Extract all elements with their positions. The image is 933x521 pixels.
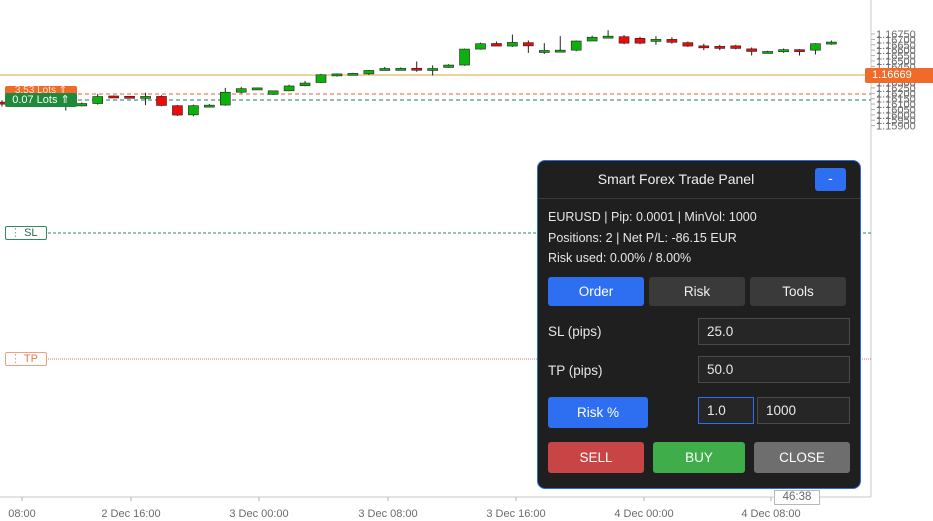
candle-body <box>778 49 789 53</box>
candle-body <box>682 42 694 47</box>
tp-pips-label: TP (pips) <box>548 363 603 378</box>
candle-body <box>331 73 343 77</box>
candle-body <box>507 42 518 47</box>
minimize-button[interactable]: - <box>815 168 846 191</box>
candle-body <box>267 90 279 95</box>
candle-body <box>602 35 614 39</box>
candle-body <box>618 36 630 44</box>
sl-pips-label: SL (pips) <box>548 324 602 339</box>
sell-button[interactable]: SELL <box>548 442 644 473</box>
candle-body <box>235 88 247 93</box>
candle-body <box>762 51 773 54</box>
sl-tag-label: SL <box>24 227 38 239</box>
sl-tag[interactable]: ⋮ SL <box>5 226 47 240</box>
current-price-value: 1.16669 <box>872 69 912 81</box>
panel-divider <box>538 198 860 199</box>
arrow-up-icon: ⇑ <box>60 94 70 106</box>
candle-body <box>220 91 231 106</box>
candle-body <box>347 73 359 76</box>
time-tick-label: 3 Dec 08:00 <box>358 508 417 520</box>
candle-body <box>570 40 582 51</box>
candle-body <box>730 45 742 49</box>
candle-body <box>634 38 646 44</box>
tab-order[interactable]: Order <box>548 277 644 306</box>
countdown-value: 46:38 <box>782 491 812 503</box>
buy-button[interactable]: BUY <box>653 442 745 473</box>
drag-handle-icon: ⋮ <box>10 227 21 239</box>
trade-panel[interactable]: Smart Forex Trade Panel - EURUSD | Pip: … <box>537 160 861 489</box>
candle-body <box>538 50 550 53</box>
candle-body <box>395 68 407 71</box>
candle-body <box>714 46 726 49</box>
candle-body <box>92 96 103 104</box>
candle-body <box>172 105 183 116</box>
candle-body <box>650 39 662 42</box>
candle-body <box>363 70 375 75</box>
candle-body <box>826 41 837 45</box>
candle-body <box>283 85 295 92</box>
candle-body <box>443 64 454 68</box>
candle-body <box>666 39 678 43</box>
tab-risk[interactable]: Risk <box>649 277 745 306</box>
tab-tools[interactable]: Tools <box>750 277 846 306</box>
time-tick-label: 4 Dec 08:00 <box>741 508 800 520</box>
candle-body <box>523 42 534 47</box>
candle-body <box>586 36 598 42</box>
candle-body <box>299 82 311 87</box>
time-tick-label: 3 Dec 16:00 <box>486 508 545 520</box>
candle-body <box>810 43 821 51</box>
candle-body <box>140 96 151 99</box>
time-tick-label: 08:00 <box>8 508 36 520</box>
candle-body <box>459 48 470 66</box>
candle-body <box>76 103 88 107</box>
candle-body <box>315 74 327 83</box>
tp-tag-label: TP <box>23 353 38 365</box>
close-button[interactable]: CLOSE <box>754 442 850 473</box>
candle-body <box>491 43 502 47</box>
candle-body <box>698 45 710 49</box>
candle-body <box>188 105 199 116</box>
price-tick-label: 1.15900 <box>876 121 916 133</box>
buy-lots-label: 0.07 Lots <box>12 94 58 106</box>
positions-info: Positions: 2 | Net P/L: -86.15 EUR <box>548 231 737 245</box>
time-tick-label: 4 Dec 00:00 <box>614 508 673 520</box>
candle-body <box>794 49 805 52</box>
buy-lots-tag[interactable]: 0.07 Lots ⇑ <box>5 93 77 107</box>
volume-input[interactable]: 1000 <box>757 397 850 424</box>
candle-body <box>475 43 486 50</box>
symbol-info: EURUSD | Pip: 0.0001 | MinVol: 1000 <box>548 210 757 224</box>
sl-pips-input[interactable]: 25.0 <box>698 318 850 345</box>
bar-countdown: 46:38 <box>774 490 820 505</box>
candle-body <box>251 87 263 91</box>
candle-body <box>379 68 391 71</box>
tp-tag[interactable]: ⋮ TP <box>5 352 47 366</box>
candle-body <box>746 48 757 52</box>
candle-body <box>108 95 119 99</box>
time-tick-label: 2 Dec 16:00 <box>101 508 160 520</box>
candle-body <box>204 104 215 108</box>
risk-percent-button[interactable]: Risk % <box>548 397 648 428</box>
candle-body <box>427 68 438 71</box>
time-tick-label: 3 Dec 00:00 <box>229 508 288 520</box>
candle-body <box>554 49 566 53</box>
panel-title: Smart Forex Trade Panel <box>597 171 755 187</box>
risk-used-info: Risk used: 0.00% / 8.00% <box>548 251 692 265</box>
tp-pips-input[interactable]: 50.0 <box>698 356 850 383</box>
current-price-tag: 1.16669 <box>865 68 933 83</box>
candle-body <box>411 67 423 71</box>
risk-percent-input[interactable]: 1.0 <box>698 397 754 424</box>
candle-body <box>124 96 135 99</box>
drag-handle-icon: ⋮ <box>10 353 21 365</box>
candle-body <box>156 96 167 106</box>
